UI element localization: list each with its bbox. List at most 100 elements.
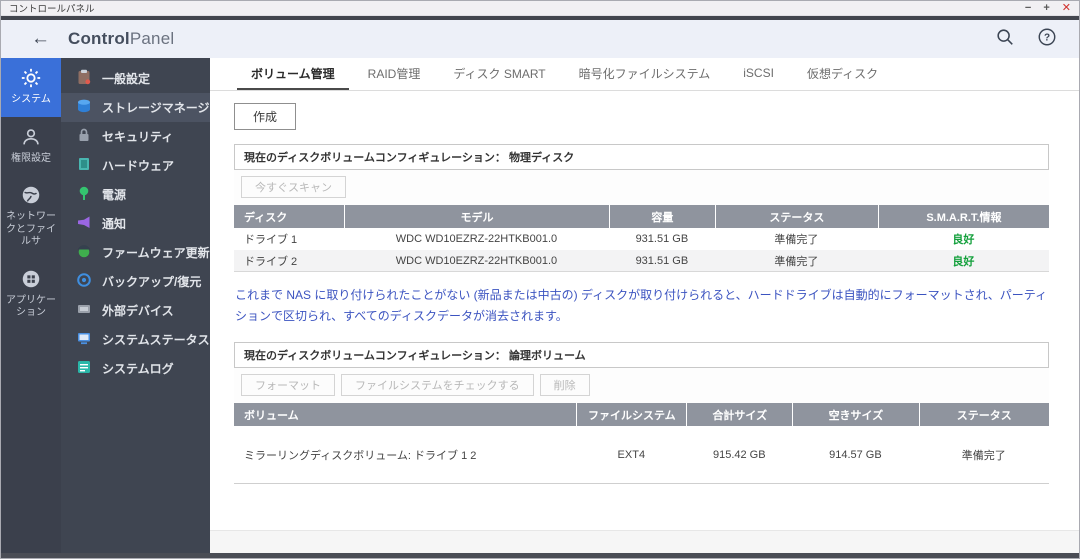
tab-volume-management[interactable]: ボリューム管理 [237,58,349,90]
cell-filesystem: EXT4 [617,448,646,461]
minimize-button[interactable]: − [1025,2,1031,14]
rail-item-label: ネットワークとファイルサ [6,211,56,247]
rail-item-applications[interactable]: アプリケーション [1,259,61,330]
format-button[interactable]: フォーマット [241,374,335,396]
monitor-icon [76,330,92,349]
window-controls: − + ✕ [1025,2,1071,14]
close-button[interactable]: ✕ [1062,2,1071,14]
tab-raid-management[interactable]: RAID管理 [354,58,435,90]
sidebar-item-label: バックアップ/復元 [102,275,202,289]
physical-table-row[interactable]: ドライブ 2 WDC WD10EZRZ-22HTKB001.0 931.51 G… [234,250,1049,272]
sidebar-item-label: システムステータス [102,333,210,347]
rail-item-label: システム [11,94,51,105]
physical-table-row[interactable]: ドライブ 1 WDC WD10EZRZ-22HTKB001.0 931.51 G… [234,228,1049,250]
column-header-status: ステータス [918,403,1049,426]
sidebar-item-firmware-update[interactable]: ファームウェア更新 [61,238,210,267]
help-icon: ? [1037,27,1057,52]
logical-panel-toolbar: フォーマット ファイルシステムをチェックする 削除 [234,368,1049,403]
megaphone-icon [76,214,92,233]
sidebar-item-label: 電源 [102,188,127,202]
create-button[interactable]: 作成 [234,103,297,130]
control-panel-window: コントロールパネル − + ✕ ← ControlPanel ? システム 権限 [0,0,1080,559]
format-warning-notice: これまで NAS に取り付けられたことがない (新品または中古の) ディスクが取… [235,288,1048,323]
app-title-bold: Control [68,29,130,48]
column-header-smart: S.M.A.R.T.情報 [877,205,1049,228]
cell-disk: ドライブ 1 [244,234,298,246]
main-panel: ボリューム管理 RAID管理 ディスク SMART 暗号化ファイルシステム iS… [210,58,1079,558]
sidebar-item-external-device[interactable]: 外部デバイス [61,296,210,325]
sidebar-item-backup-restore[interactable]: バックアップ/復元 [61,267,210,296]
sidebar-item-label: システムログ [102,362,174,376]
cell-model: WDC WD10EZRZ-22HTKB001.0 [395,254,558,267]
cell-smart-status: 良好 [952,234,975,246]
external-device-icon [76,301,92,320]
scan-now-button[interactable]: 今すぐスキャン [241,176,346,198]
column-header-total-size: 合計サイズ [686,403,792,426]
app-title: ControlPanel [68,29,174,49]
sidebar-item-general-settings[interactable]: 一般設定 [61,64,210,93]
cell-smart-status: 良好 [952,255,975,268]
cell-capacity: 931.51 GB [635,254,689,267]
help-button[interactable]: ? [1037,27,1057,52]
logical-table-row[interactable]: ミラーリングディスクボリューム: ドライブ 1 2 EXT4 915.42 GB… [234,426,1049,484]
logical-volume-panel: 現在のディスクボリュームコンフィギュレーション： 論理ボリューム フォーマット … [234,342,1049,484]
cell-status: 準備完了 [774,255,819,268]
delete-button[interactable]: 削除 [539,374,590,396]
tab-encrypted-filesystem[interactable]: 暗号化ファイルシステム [565,58,725,90]
sidebar-item-security[interactable]: セキュリティ [61,122,210,151]
cell-free-size: 914.57 GB [829,448,882,461]
hardware-icon [76,156,92,175]
sidebar-item-label: 外部デバイス [102,304,174,318]
window-title: コントロールパネル [9,4,95,15]
cell-status: 準備完了 [774,234,819,246]
sidebar-item-power[interactable]: 電源 [61,180,210,209]
cell-volume: ミラーリングディスクボリューム: ドライブ 1 2 [244,449,477,462]
column-header-volume: ボリューム [244,409,299,422]
tab-disk-smart[interactable]: ディスク SMART [439,58,559,90]
cell-status: 準備完了 [961,449,1006,462]
physical-panel-toolbar: 今すぐスキャン [234,170,1049,205]
sidebar-item-hardware[interactable]: ハードウェア [61,151,210,180]
category-rail: システム 権限設定 ネットワークとファイルサ アプリケーション [1,58,61,558]
rail-item-network[interactable]: ネットワークとファイルサ [1,175,61,259]
rail-item-system[interactable]: システム [1,58,61,117]
log-icon [76,359,92,378]
apps-icon [20,268,42,290]
search-button[interactable] [995,27,1015,52]
svg-text:?: ? [1044,32,1050,43]
back-button[interactable]: ← [31,28,50,50]
rail-item-label: 権限設定 [11,152,51,164]
os-titlebar: コントロールパネル − + ✕ [1,1,1079,16]
sidebar-item-system-logs[interactable]: システムログ [61,354,210,383]
app-title-light: Panel [129,29,175,48]
physical-disk-panel: 現在のディスクボリュームコンフィギュレーション： 物理ディスク 今すぐスキャン … [234,144,1049,272]
cell-disk: ドライブ 2 [244,255,298,268]
tab-bar: ボリューム管理 RAID管理 ディスク SMART 暗号化ファイルシステム iS… [210,58,1079,91]
sidebar-item-label: 一般設定 [102,72,151,86]
tab-content: 作成 現在のディスクボリュームコンフィギュレーション： 物理ディスク 今すぐスキ… [210,91,1079,484]
column-header-model: モデル [344,205,609,228]
lock-icon [76,127,92,146]
rail-item-label: アプリケーション [6,294,56,319]
sidebar-item-system-status[interactable]: システムステータス [61,325,210,354]
user-icon [20,126,42,148]
firmware-update-icon [76,243,92,262]
rail-item-privilege[interactable]: 権限設定 [1,117,61,176]
search-icon [995,27,1015,52]
clipboard-icon [76,69,92,88]
tab-iscsi[interactable]: iSCSI [729,58,788,90]
physical-table-header: ディスク モデル 容量 ステータス S.M.A.R.T.情報 [234,205,1049,228]
sidebar-item-storage-manager[interactable]: ストレージマネージャー [61,93,233,122]
sidebar-item-label: 通知 [102,217,127,231]
sidebar-item-label: ファームウェア更新 [102,246,210,260]
logical-table-header: ボリューム ファイルシステム 合計サイズ 空きサイズ ステータス [234,403,1049,426]
maximize-button[interactable]: + [1043,2,1049,14]
cell-model: WDC WD10EZRZ-22HTKB001.0 [395,233,558,245]
check-filesystem-button[interactable]: ファイルシステムをチェックする [341,374,534,396]
sidebar-item-notification[interactable]: 通知 [61,209,210,238]
gear-icon [20,67,42,89]
tab-virtual-disk[interactable]: 仮想ディスク [793,58,892,90]
column-header-status: ステータス [714,205,878,228]
column-header-capacity: 容量 [608,205,715,228]
power-pin-icon [76,185,92,204]
